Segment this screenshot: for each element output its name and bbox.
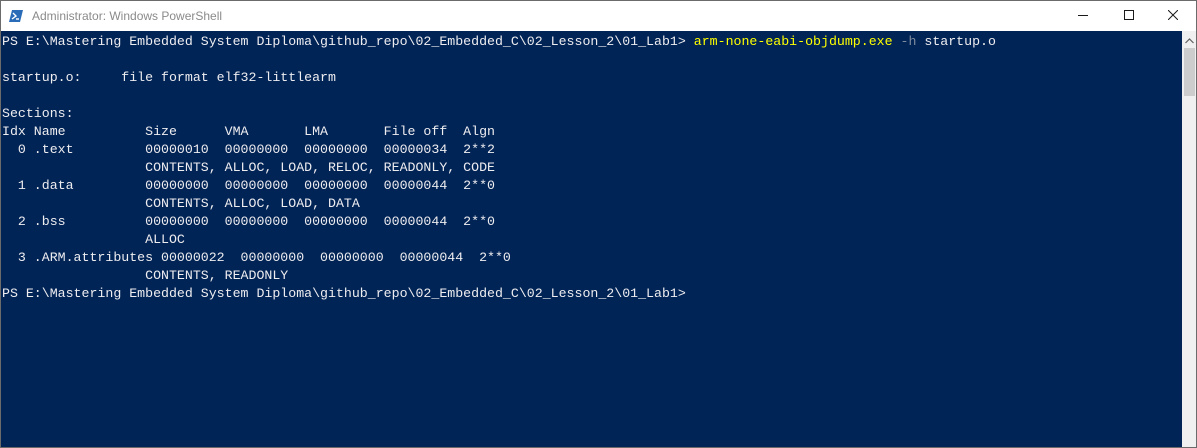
command-name: arm-none-eabi-objdump.exe	[693, 34, 893, 49]
window-title: Administrator: Windows PowerShell	[32, 9, 223, 23]
minimize-icon	[1078, 7, 1088, 25]
console-output[interactable]: PS E:\Mastering Embedded System Diploma\…	[1, 31, 1182, 447]
powershell-window: Administrator: Windows PowerShell PS E:\…	[0, 0, 1197, 448]
output-line: 1 .data 00000000 00000000 00000000 00000…	[2, 178, 495, 193]
minimize-button[interactable]	[1060, 1, 1106, 31]
output-line: 2 .bss 00000000 00000000 00000000 000000…	[2, 214, 495, 229]
output-line: CONTENTS, ALLOC, LOAD, DATA	[2, 196, 360, 211]
close-icon	[1167, 7, 1179, 25]
output-line: ALLOC	[2, 232, 185, 247]
output-line: CONTENTS, READONLY	[2, 268, 289, 283]
scrollbar-thumb[interactable]	[1184, 48, 1195, 96]
chevron-up-icon	[1185, 31, 1194, 49]
vertical-scrollbar[interactable]	[1182, 31, 1196, 447]
output-line: Sections:	[2, 106, 74, 121]
command-parameter: -h	[892, 34, 917, 49]
output-line: startup.o: file format elf32-littlearm	[2, 70, 336, 85]
final-prompt: PS E:\Mastering Embedded System Diploma\…	[2, 286, 686, 301]
output-line: 0 .text 00000010 00000000 00000000 00000…	[2, 142, 495, 157]
output-line: CONTENTS, ALLOC, LOAD, RELOC, READONLY, …	[2, 160, 495, 175]
command-line: PS E:\Mastering Embedded System Diploma\…	[2, 33, 996, 51]
powershell-icon	[9, 9, 23, 23]
command-prompt: PS E:\Mastering Embedded System Diploma\…	[2, 34, 694, 49]
scroll-up-button[interactable]	[1182, 31, 1196, 49]
output-line: 3 .ARM.attributes 00000022 00000000 0000…	[2, 250, 511, 265]
command-argument: startup.o	[916, 34, 996, 49]
output-line: Idx Name Size VMA LMA File off Algn	[2, 124, 495, 139]
title-bar[interactable]: Administrator: Windows PowerShell	[1, 1, 1196, 31]
maximize-icon	[1124, 7, 1134, 25]
maximize-button[interactable]	[1106, 1, 1152, 31]
close-button[interactable]	[1150, 1, 1196, 31]
